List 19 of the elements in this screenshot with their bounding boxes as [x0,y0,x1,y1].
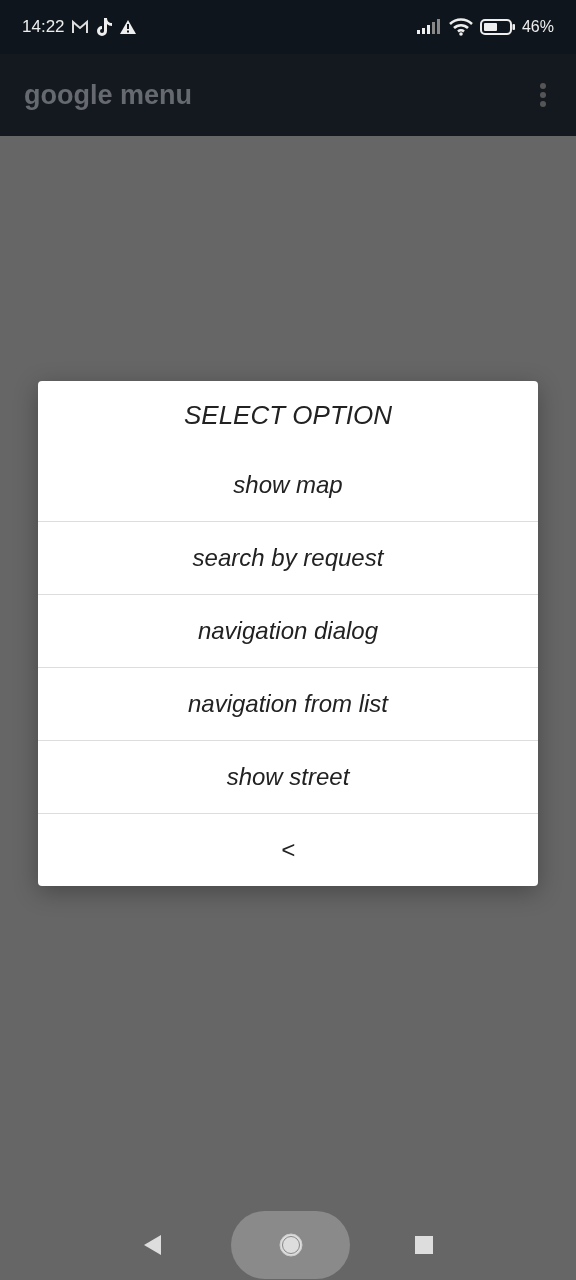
menu-option[interactable]: navigation from list [38,667,538,740]
battery-icon [479,18,516,36]
app-title: google menu [24,79,192,111]
more-options-icon[interactable] [538,82,548,108]
dialog-title: SELECT OPTION [182,398,393,432]
battery-percent: 46% [521,18,554,36]
menu-option[interactable]: navigation dialog [38,594,538,667]
menu-option[interactable]: search by request [38,521,538,594]
wifi-icon [447,18,474,36]
menu-option[interactable]: show map [38,449,538,521]
signal-icon [415,19,442,35]
status-time: 14:22 [22,17,65,37]
warning-icon [118,19,137,35]
music-note-icon [94,17,113,37]
back-icon[interactable] [143,1234,163,1256]
circle-icon [277,1232,304,1258]
mail-icon [70,19,89,35]
menu-option[interactable]: < [38,813,538,886]
menu-option[interactable]: show street [38,740,538,813]
